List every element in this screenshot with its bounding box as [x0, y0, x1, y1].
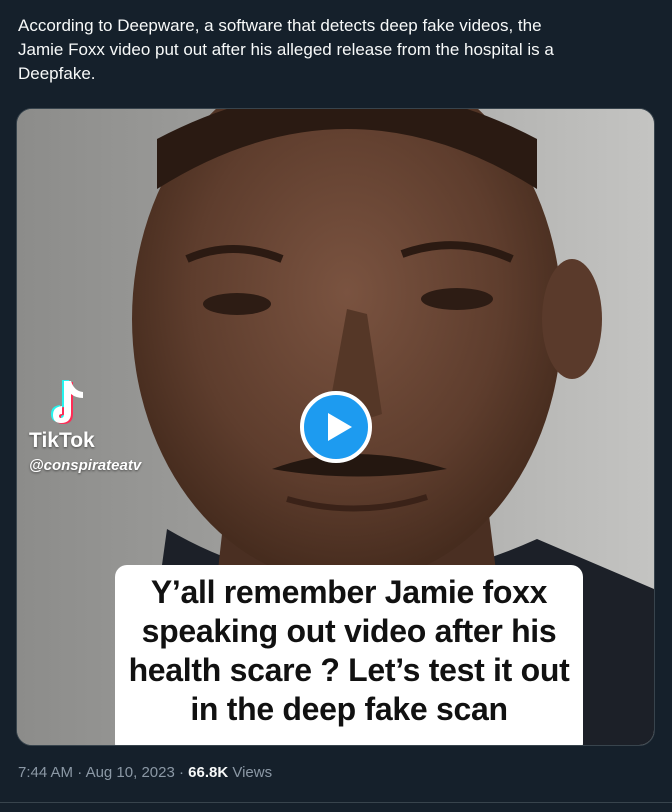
caption-line: in the deep fake scan [190, 691, 508, 727]
tweet-meta: 7:44 AM · Aug 10, 2023 · 66.8K Views [18, 764, 272, 781]
play-button[interactable] [300, 391, 372, 463]
views-count[interactable]: 66.8K [188, 764, 228, 781]
caption-line: Y’all remember Jamie foxx [150, 574, 548, 610]
divider [0, 802, 672, 803]
tweet-time[interactable]: 7:44 AM [18, 764, 73, 781]
video-player[interactable]: TikTok @conspirateatv Y’all remember Jam… [16, 108, 655, 746]
views-label: Views [228, 764, 273, 781]
caption-line: health scare ? Let’s test it out [128, 652, 570, 688]
tweet-detail: According to Deepware, a software that d… [0, 0, 672, 812]
caption-line: speaking out video after his [141, 613, 557, 649]
video-caption: Y’all remember Jamie foxx speaking out v… [115, 565, 583, 745]
tiktok-logo-icon [51, 380, 83, 424]
meta-separator: · [174, 764, 189, 781]
play-icon [328, 413, 352, 441]
tweet-date[interactable]: Aug 10, 2023 [86, 764, 175, 781]
tiktok-brand: TikTok [29, 429, 95, 452]
tiktok-handle: @conspirateatv [29, 457, 142, 474]
tweet-text: According to Deepware, a software that d… [18, 16, 554, 83]
meta-separator: · [73, 764, 86, 781]
